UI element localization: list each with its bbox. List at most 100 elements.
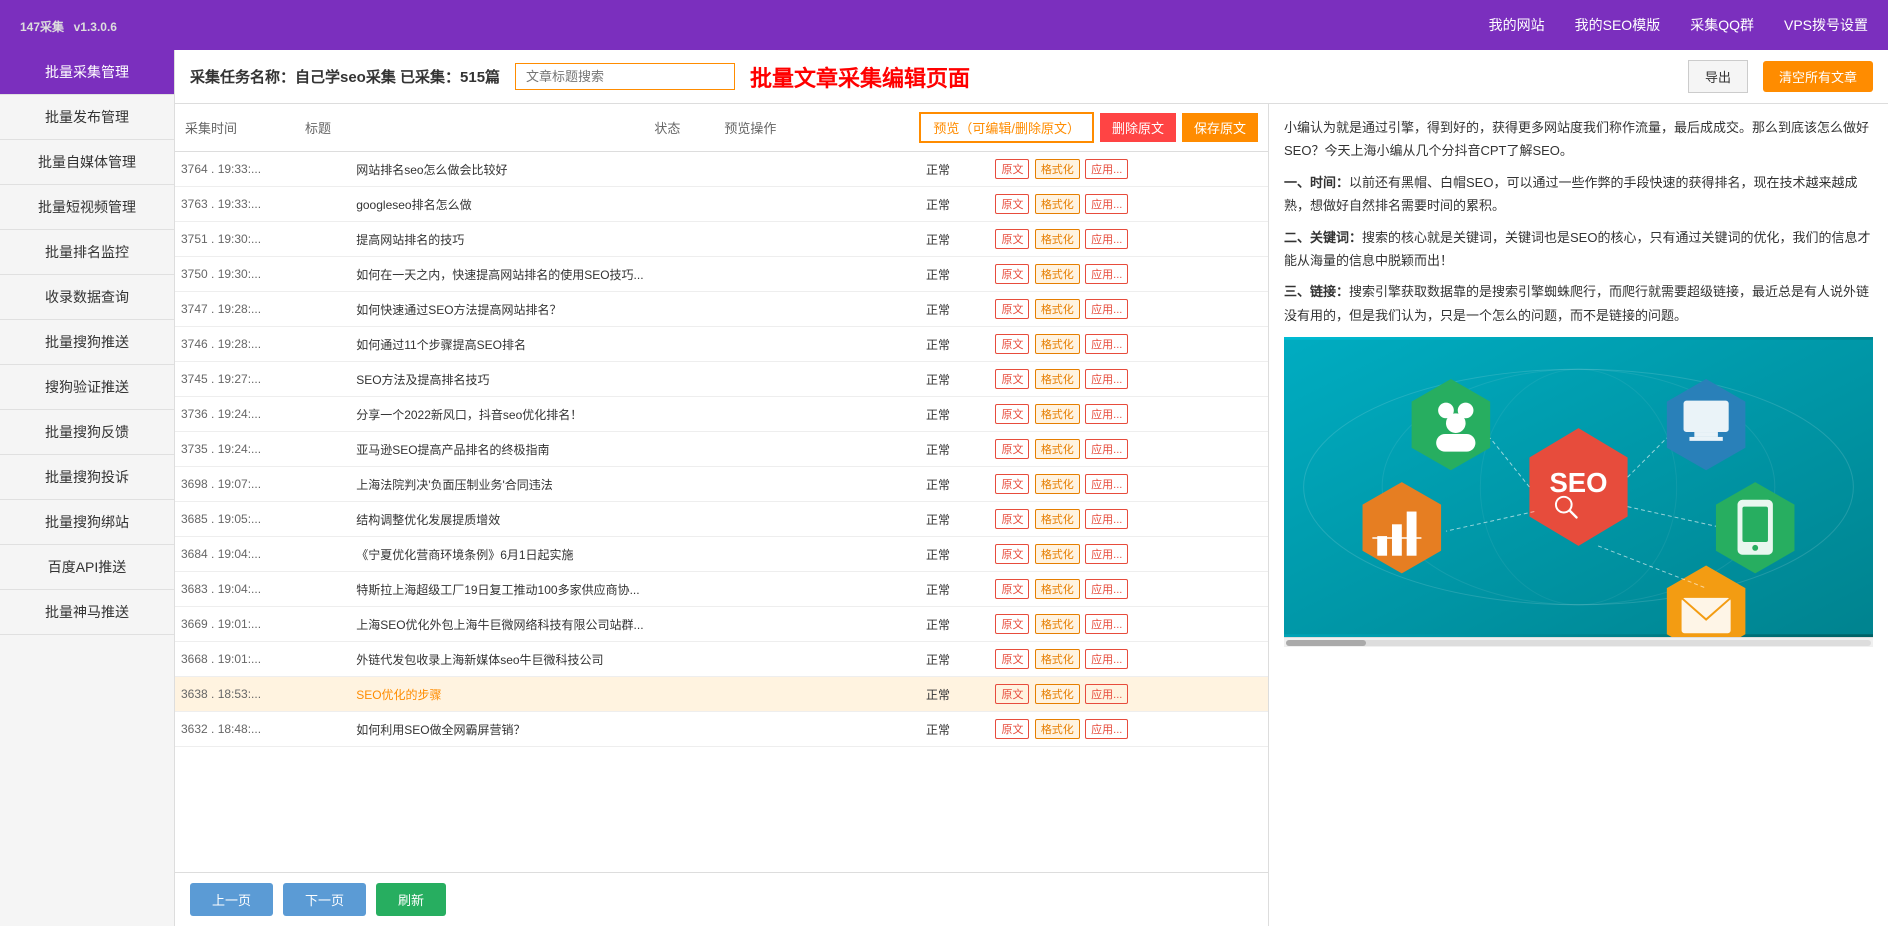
tag-format-13[interactable]: 格式化 [1035, 614, 1080, 634]
cell-time: 3684 . 19:04:... [175, 537, 350, 572]
table-row[interactable]: 3632 . 18:48:... 如何利用SEO做全网霸屏营销？ 正常 原文 格… [175, 712, 1268, 747]
sidebar-item-video[interactable]: 批量短视频管理 [0, 185, 174, 230]
table-row[interactable]: 3669 . 19:01:... 上海SEO优化外包上海牛巨微网络科技有限公司站… [175, 607, 1268, 642]
cell-title: 外链代发包收录上海新媒体seo牛巨微科技公司 [350, 642, 920, 677]
nav-my-site[interactable]: 我的网站 [1489, 15, 1545, 35]
tag-original-14[interactable]: 原文 [995, 649, 1029, 669]
tag-format-16[interactable]: 格式化 [1035, 719, 1080, 739]
tag-original-15[interactable]: 原文 [995, 684, 1029, 704]
table-row[interactable]: 3747 . 19:28:... 如何快速通过SEO方法提高网站排名？ 正常 原… [175, 292, 1268, 327]
nav-qq-group[interactable]: 采集QQ群 [1690, 15, 1754, 35]
search-input[interactable] [515, 63, 735, 90]
tag-original-4[interactable]: 原文 [995, 299, 1029, 319]
tag-apply-16[interactable]: 应用... [1085, 719, 1128, 739]
tag-apply-13[interactable]: 应用... [1085, 614, 1128, 634]
tag-original-5[interactable]: 原文 [995, 334, 1029, 354]
clear-all-button[interactable]: 清空所有文章 [1763, 61, 1873, 92]
tag-apply-1[interactable]: 应用... [1085, 194, 1128, 214]
tag-original-12[interactable]: 原文 [995, 579, 1029, 599]
table-row[interactable]: 3745 . 19:27:... SEO方法及提高排名技巧 正常 原文 格式化 … [175, 362, 1268, 397]
tag-original-10[interactable]: 原文 [995, 509, 1029, 529]
table-row[interactable]: 3735 . 19:24:... 亚马逊SEO提高产品排名的终极指南 正常 原文… [175, 432, 1268, 467]
tag-format-14[interactable]: 格式化 [1035, 649, 1080, 669]
tag-format-7[interactable]: 格式化 [1035, 404, 1080, 424]
tag-apply-9[interactable]: 应用... [1085, 474, 1128, 494]
sidebar-item-sogou-push[interactable]: 批量搜狗推送 [0, 320, 174, 365]
table-row[interactable]: 3763 . 19:33:... googleseo排名怎么做 正常 原文 格式… [175, 187, 1268, 222]
table-row[interactable]: 3736 . 19:24:... 分享一个2022新风口，抖音seo优化排名！ … [175, 397, 1268, 432]
sidebar-item-publish[interactable]: 批量发布管理 [0, 95, 174, 140]
tag-apply-14[interactable]: 应用... [1085, 649, 1128, 669]
tag-format-9[interactable]: 格式化 [1035, 474, 1080, 494]
table-row[interactable]: 3683 . 19:04:... 特斯拉上海超级工厂19日复工推动100多家供应… [175, 572, 1268, 607]
tag-original-11[interactable]: 原文 [995, 544, 1029, 564]
table-row[interactable]: 3668 . 19:01:... 外链代发包收录上海新媒体seo牛巨微科技公司 … [175, 642, 1268, 677]
tag-apply-7[interactable]: 应用... [1085, 404, 1128, 424]
tag-apply-0[interactable]: 应用... [1085, 159, 1128, 179]
sidebar-item-rank[interactable]: 批量排名监控 [0, 230, 174, 275]
save-original-button[interactable]: 保存原文 [1182, 113, 1258, 142]
preview-scrollbar[interactable] [1284, 637, 1873, 647]
tag-format-15[interactable]: 格式化 [1035, 684, 1080, 704]
refresh-button[interactable]: 刷新 [376, 883, 446, 916]
nav-seo-template[interactable]: 我的SEO模版 [1575, 15, 1661, 35]
sidebar-item-sogou-verify[interactable]: 搜狗验证推送 [0, 365, 174, 410]
tag-apply-5[interactable]: 应用... [1085, 334, 1128, 354]
prev-page-button[interactable]: 上一页 [190, 883, 273, 916]
tag-apply-8[interactable]: 应用... [1085, 439, 1128, 459]
tag-format-2[interactable]: 格式化 [1035, 229, 1080, 249]
tag-apply-12[interactable]: 应用... [1085, 579, 1128, 599]
tag-format-1[interactable]: 格式化 [1035, 194, 1080, 214]
table-row[interactable]: 3764 . 19:33:... 网站排名seo怎么做会比较好 正常 原文 格式… [175, 152, 1268, 187]
tag-apply-15[interactable]: 应用... [1085, 684, 1128, 704]
sidebar-item-media[interactable]: 批量自媒体管理 [0, 140, 174, 185]
tag-format-8[interactable]: 格式化 [1035, 439, 1080, 459]
sidebar-item-baidu-api[interactable]: 百度API推送 [0, 545, 174, 590]
tag-original-1[interactable]: 原文 [995, 194, 1029, 214]
delete-original-button[interactable]: 删除原文 [1100, 113, 1176, 142]
tag-format-6[interactable]: 格式化 [1035, 369, 1080, 389]
tag-original-0[interactable]: 原文 [995, 159, 1029, 179]
tag-original-3[interactable]: 原文 [995, 264, 1029, 284]
tag-original-9[interactable]: 原文 [995, 474, 1029, 494]
scrollbar-thumb[interactable] [1286, 640, 1366, 646]
table-row[interactable]: 3746 . 19:28:... 如何通过11个步骤提高SEO排名 正常 原文 … [175, 327, 1268, 362]
table-row[interactable]: 3684 . 19:04:... 《宁夏优化营商环境条例》6月1日起实施 正常 … [175, 537, 1268, 572]
tag-original-7[interactable]: 原文 [995, 404, 1029, 424]
nav-vps-settings[interactable]: VPS拨号设置 [1784, 15, 1868, 35]
next-page-button[interactable]: 下一页 [283, 883, 366, 916]
sidebar-item-sogou-bind[interactable]: 批量搜狗绑站 [0, 500, 174, 545]
sidebar-item-sogou-feedback[interactable]: 批量搜狗反馈 [0, 410, 174, 455]
sidebar-item-shenma[interactable]: 批量神马推送 [0, 590, 174, 635]
tag-format-0[interactable]: 格式化 [1035, 159, 1080, 179]
preview-label[interactable]: 预览（可编辑/删除原文） [919, 112, 1094, 143]
cell-title: 上海法院判决'负面压制业务'合同违法 [350, 467, 920, 502]
table-row[interactable]: 3685 . 19:05:... 结构调整优化发展提质增效 正常 原文 格式化 … [175, 502, 1268, 537]
sidebar-item-index[interactable]: 收录数据查询 [0, 275, 174, 320]
sidebar-item-collect[interactable]: 批量采集管理 [0, 50, 174, 95]
tag-apply-4[interactable]: 应用... [1085, 299, 1128, 319]
tag-apply-10[interactable]: 应用... [1085, 509, 1128, 529]
tag-original-8[interactable]: 原文 [995, 439, 1029, 459]
tag-apply-6[interactable]: 应用... [1085, 369, 1128, 389]
tag-format-3[interactable]: 格式化 [1035, 264, 1080, 284]
tag-apply-3[interactable]: 应用... [1085, 264, 1128, 284]
tag-format-5[interactable]: 格式化 [1035, 334, 1080, 354]
tag-apply-11[interactable]: 应用... [1085, 544, 1128, 564]
cell-status: 正常 [920, 152, 989, 187]
tag-original-6[interactable]: 原文 [995, 369, 1029, 389]
table-row[interactable]: 3750 . 19:30:... 如何在一天之内，快速提高网站排名的使用SEO技… [175, 257, 1268, 292]
tag-format-10[interactable]: 格式化 [1035, 509, 1080, 529]
table-row[interactable]: 3638 . 18:53:... SEO优化的步骤 正常 原文 格式化 应用..… [175, 677, 1268, 712]
tag-original-13[interactable]: 原文 [995, 614, 1029, 634]
table-row[interactable]: 3698 . 19:07:... 上海法院判决'负面压制业务'合同违法 正常 原… [175, 467, 1268, 502]
export-button[interactable]: 导出 [1688, 60, 1748, 93]
tag-apply-2[interactable]: 应用... [1085, 229, 1128, 249]
tag-original-2[interactable]: 原文 [995, 229, 1029, 249]
sidebar-item-sogou-complaint[interactable]: 批量搜狗投诉 [0, 455, 174, 500]
tag-format-12[interactable]: 格式化 [1035, 579, 1080, 599]
tag-original-16[interactable]: 原文 [995, 719, 1029, 739]
tag-format-11[interactable]: 格式化 [1035, 544, 1080, 564]
table-row[interactable]: 3751 . 19:30:... 提高网站排名的技巧 正常 原文 格式化 应用.… [175, 222, 1268, 257]
tag-format-4[interactable]: 格式化 [1035, 299, 1080, 319]
